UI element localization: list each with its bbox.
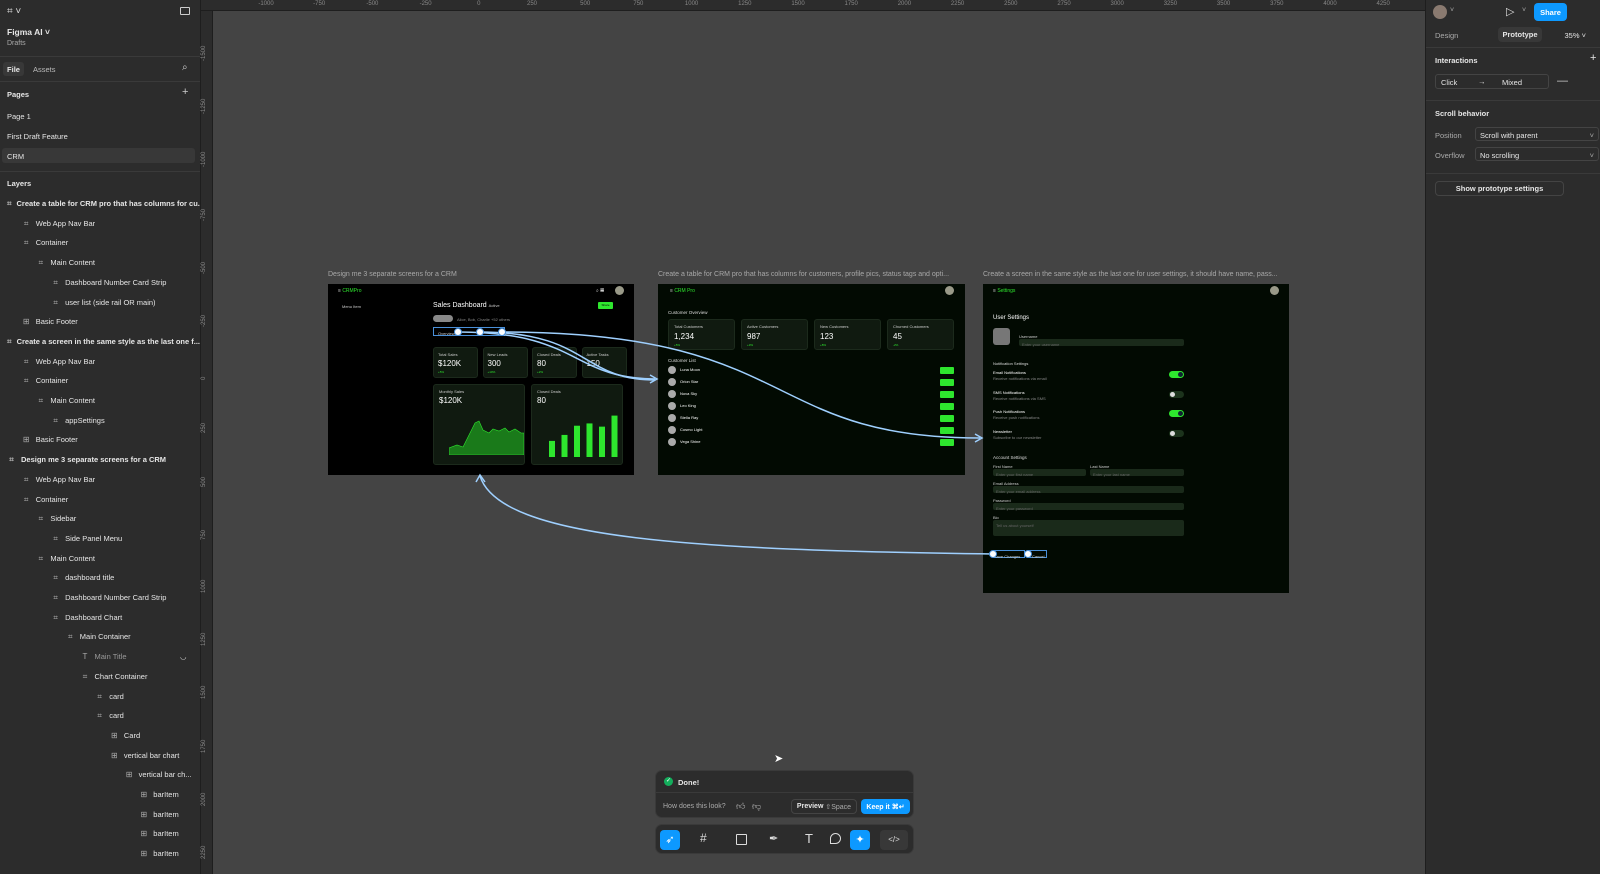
keep-it-button[interactable]: Keep it ⌘↵: [861, 799, 910, 814]
chevron-down-icon[interactable]: ˅: [1450, 7, 1454, 14]
feedback-question: How does this look?: [663, 803, 726, 810]
pen-tool-icon[interactable]: ✒: [769, 832, 778, 845]
ai-sparkle-icon[interactable]: ✦: [850, 830, 870, 850]
check-icon: ✓: [664, 777, 673, 786]
bottom-toolbar: ➶ # ✒ T ✦ </>: [655, 824, 914, 854]
share-button[interactable]: Share: [1534, 3, 1567, 21]
cursor-icon: ➤: [774, 753, 784, 765]
move-tool-icon[interactable]: ➶: [660, 830, 680, 850]
dev-mode-icon[interactable]: </>: [880, 830, 908, 850]
chevron-down-icon[interactable]: ˅: [1522, 7, 1526, 14]
connection-wire: [501, 331, 981, 439]
preview-button[interactable]: Preview ⇧Space: [791, 799, 857, 814]
play-icon[interactable]: ▷: [1506, 5, 1514, 18]
scroll-behavior-heading: Scroll behavior: [1435, 109, 1490, 118]
thumbs-up-icon[interactable]: 👍︎: [736, 801, 745, 812]
rectangle-tool-icon[interactable]: [736, 834, 747, 845]
frame-tool-icon[interactable]: #: [700, 831, 707, 845]
status-text: Done!: [678, 778, 700, 787]
zoom-level[interactable]: 35% ˅: [1536, 31, 1586, 40]
add-interaction-icon[interactable]: +: [1590, 52, 1596, 64]
interactions-heading: Interactions: [1435, 56, 1478, 65]
tab-design[interactable]: Design: [1435, 31, 1458, 40]
arrow-right-icon: →: [1478, 77, 1486, 86]
prototype-connections: [454, 328, 1032, 558]
right-panel: ˅ ▷ ˅ Share Design Prototype 35% ˅ Inter…: [1425, 0, 1600, 874]
connection-wire: [479, 475, 994, 555]
connection-wire: [479, 331, 656, 381]
text-tool-icon[interactable]: T: [805, 831, 813, 846]
remove-interaction-icon[interactable]: —: [1557, 75, 1568, 87]
position-select[interactable]: Scroll with parent ˅: [1475, 127, 1599, 141]
ai-result-popup: ✓ Done! How does this look? 👍︎ 👎︎ Previe…: [655, 770, 914, 818]
connection-wire: [457, 331, 656, 380]
interaction-row[interactable]: Click → Mixed: [1435, 74, 1549, 89]
thumbs-down-icon[interactable]: 👎︎: [752, 801, 761, 812]
overflow-label: Overflow: [1435, 151, 1465, 160]
user-avatar[interactable]: [1433, 5, 1447, 19]
show-prototype-settings-button[interactable]: Show prototype settings: [1435, 181, 1564, 196]
comment-tool-icon[interactable]: [830, 833, 841, 844]
overflow-select[interactable]: No scrolling ˅: [1475, 147, 1599, 161]
position-label: Position: [1435, 131, 1462, 140]
